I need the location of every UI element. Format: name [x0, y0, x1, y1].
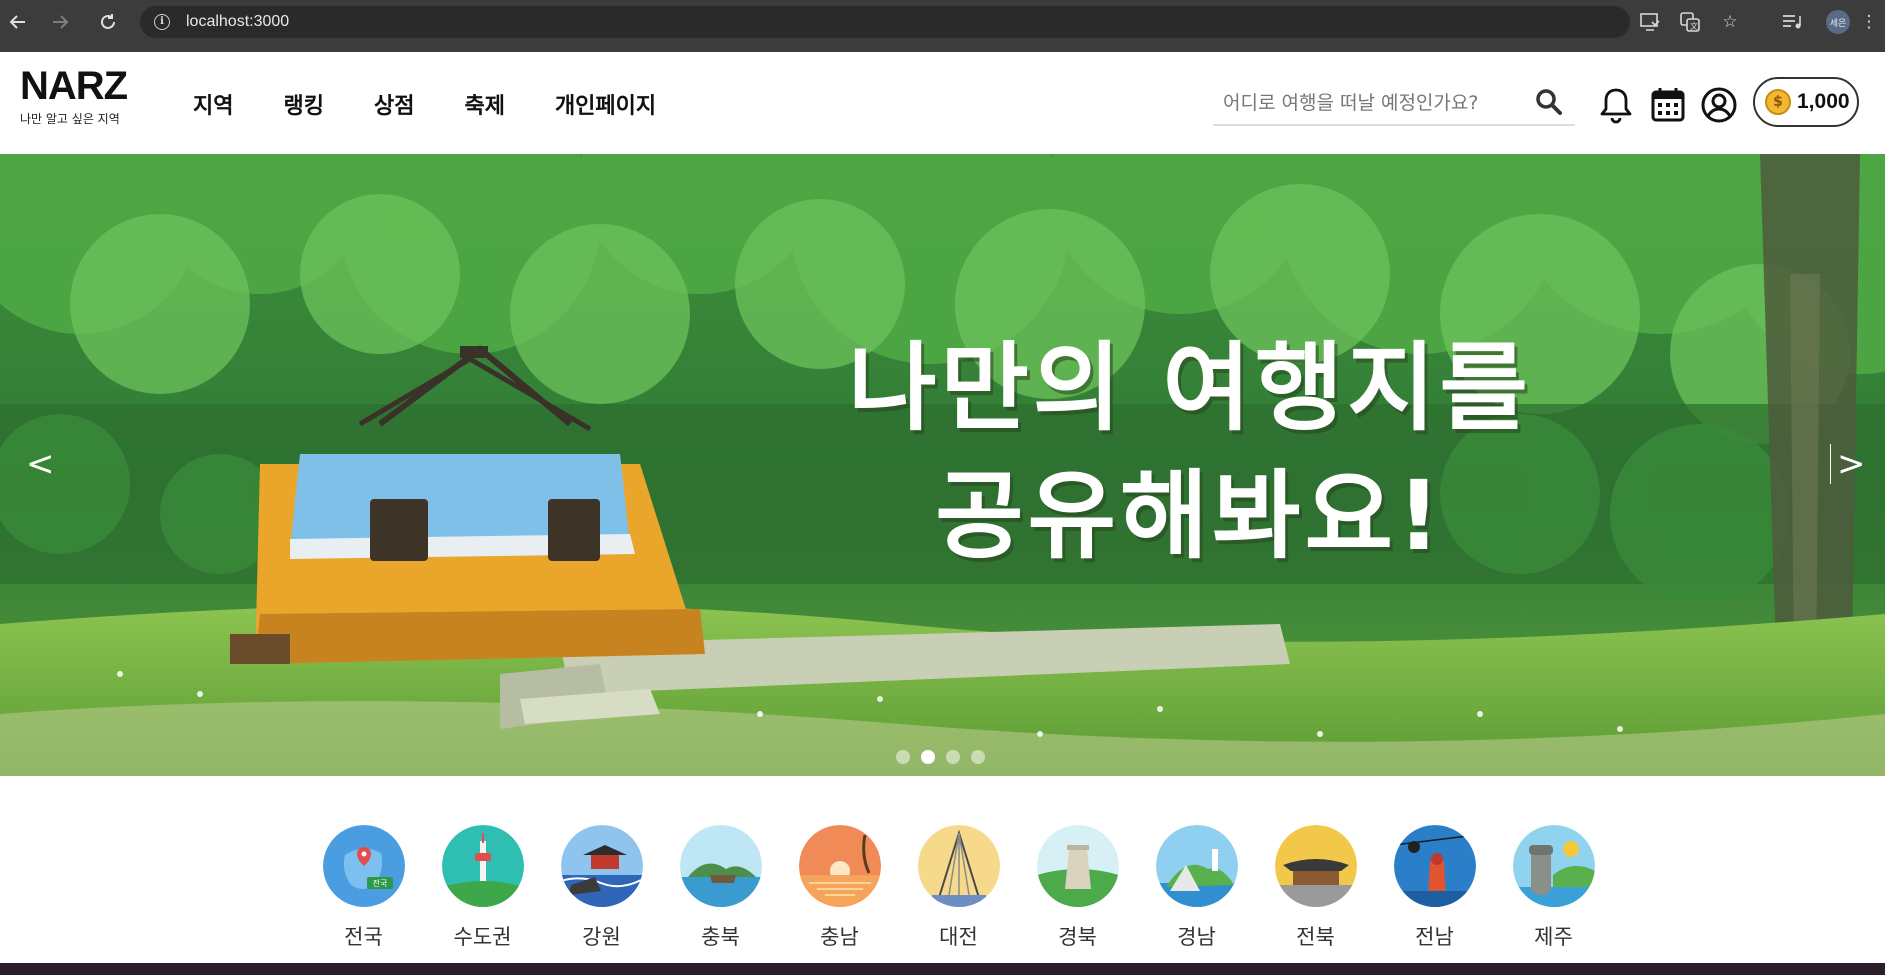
region-label: 대전: [939, 925, 978, 949]
hero-carousel: 나만의 여행지를 공유해봐요! < >: [0, 154, 1885, 776]
search-icon[interactable]: [1535, 88, 1563, 116]
region-label: 제주: [1534, 925, 1573, 949]
gyeongnam-lighthouse-icon: [1155, 825, 1238, 907]
region-label: 충북: [701, 925, 740, 949]
user-icon[interactable]: [1700, 86, 1738, 124]
region-label: 수도권: [453, 925, 512, 949]
url-text[interactable]: localhost:3000: [186, 13, 289, 31]
nav-item-region[interactable]: 지역: [193, 88, 233, 120]
carousel-prev-button[interactable]: <: [26, 444, 55, 484]
region-label: 경남: [1177, 925, 1216, 949]
seoul-tower-icon: [441, 825, 524, 907]
nationwide-map-icon: 전국: [322, 825, 405, 907]
region-item-daejeon[interactable]: 대전: [899, 825, 1018, 951]
install-app-icon[interactable]: [1638, 10, 1662, 34]
carousel-dot[interactable]: [896, 750, 910, 764]
forward-arrow-icon[interactable]: [48, 10, 72, 34]
region-item-nationwide[interactable]: 전국 전국: [304, 825, 423, 951]
nav-item-ranking[interactable]: 랭킹: [283, 88, 323, 120]
region-item-gangwon[interactable]: 강원: [542, 825, 661, 951]
back-arrow-icon[interactable]: [6, 10, 30, 34]
region-list: 전국 전국 수도권 강원 충북 충남 대전 경북 경남 전북 전남 제주: [304, 825, 1613, 951]
bookmark-star-icon[interactable]: ☆: [1718, 10, 1742, 34]
calendar-icon[interactable]: [1649, 86, 1687, 124]
nav-item-mypage[interactable]: 개인페이지: [555, 88, 656, 120]
search-bar: [1213, 82, 1575, 126]
logo-subtitle: 나만 알고 싶은 지역: [20, 112, 120, 126]
svg-text:전국: 전국: [372, 878, 387, 888]
browser-toolbar: i localhost:3000 文 ☆ 세은 ⋮: [0, 0, 1885, 52]
chungbuk-lake-icon: [679, 825, 762, 907]
jeonbuk-hanok-icon: [1274, 825, 1357, 907]
address-bar[interactable]: i localhost:3000: [140, 6, 1630, 38]
os-taskbar: [0, 963, 1885, 975]
nav-item-shop[interactable]: 상점: [374, 88, 414, 120]
region-item-capital[interactable]: 수도권: [423, 825, 542, 951]
region-label: 전북: [1296, 925, 1335, 949]
region-item-jeju[interactable]: 제주: [1494, 825, 1613, 951]
region-item-jeonnam[interactable]: 전남: [1375, 825, 1494, 951]
region-label: 전남: [1415, 925, 1454, 949]
carousel-dot[interactable]: [946, 750, 960, 764]
logo[interactable]: NARZ 나만 알고 싶은 지역: [20, 66, 128, 127]
bell-icon[interactable]: [1597, 86, 1635, 124]
carousel-dots: [896, 750, 985, 764]
browser-menu-icon[interactable]: ⋮: [1861, 10, 1878, 34]
hero-title-line1: 나만의 여행지를: [848, 332, 1532, 444]
hero-title: 나만의 여행지를 공유해봐요!: [780, 324, 1600, 580]
gangwon-pavilion-icon: [560, 825, 643, 907]
carousel-dot[interactable]: [971, 750, 985, 764]
search-input[interactable]: [1223, 88, 1533, 118]
region-item-chungnam[interactable]: 충남: [780, 825, 899, 951]
region-label: 강원: [582, 925, 621, 949]
main-nav: 지역 랭킹 상점 축제 개인페이지: [193, 88, 706, 120]
region-label: 경북: [1058, 925, 1097, 949]
profile-avatar[interactable]: 세은: [1826, 10, 1850, 34]
region-item-gyeongnam[interactable]: 경남: [1137, 825, 1256, 951]
coin-icon: $: [1765, 89, 1791, 115]
nav-item-festival[interactable]: 축제: [464, 88, 504, 120]
coin-balance[interactable]: $ 1,000: [1753, 77, 1859, 127]
media-control-icon[interactable]: [1780, 10, 1804, 34]
carousel-next-button[interactable]: >: [1830, 444, 1866, 484]
region-item-gyeongbuk[interactable]: 경북: [1018, 825, 1137, 951]
coin-value: 1,000: [1797, 90, 1850, 113]
region-item-chungbuk[interactable]: 충북: [661, 825, 780, 951]
region-label: 충남: [820, 925, 859, 949]
jeju-dolhareubang-icon: [1512, 825, 1595, 907]
daejeon-tower-icon: [917, 825, 1000, 907]
chungnam-sunset-icon: [798, 825, 881, 907]
jeonnam-cablecar-icon: [1393, 825, 1476, 907]
hero-title-line2: 공유해봐요!: [935, 460, 1445, 572]
carousel-dot-active[interactable]: [921, 750, 935, 764]
svg-text:文: 文: [1690, 21, 1698, 31]
translate-icon[interactable]: 文: [1678, 10, 1702, 34]
info-icon[interactable]: i: [154, 14, 170, 30]
reload-icon[interactable]: [96, 10, 120, 34]
region-item-jeonbuk[interactable]: 전북: [1256, 825, 1375, 951]
region-label: 전국: [344, 925, 383, 949]
gyeongbuk-observatory-icon: [1036, 825, 1119, 907]
site-header: NARZ 나만 알고 싶은 지역 지역 랭킹 상점 축제 개인페이지 $ 1,0…: [0, 52, 1885, 154]
logo-title[interactable]: NARZ: [20, 66, 128, 106]
